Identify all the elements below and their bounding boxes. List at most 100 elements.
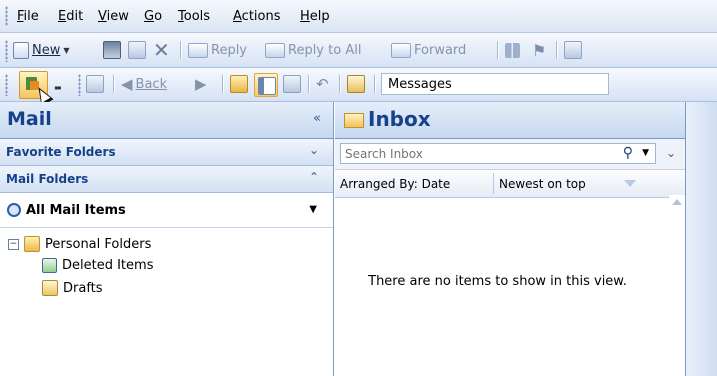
menu-actions[interactable]: Actions [233,9,281,24]
rules-button[interactable] [347,73,365,95]
menu-go[interactable]: Go [144,9,162,24]
collapse-pane-icon[interactable]: « [313,111,321,126]
forward-button[interactable]: Forward [391,39,466,61]
search-folder-icon [7,203,21,217]
arrange-by-header[interactable]: Arranged By: Date [340,177,450,191]
tree-item-drafts[interactable]: Drafts [42,280,103,296]
reply-all-label: Reply to All [288,42,362,58]
favorite-folders-header[interactable]: Favorite Folders ⌄ [0,139,333,166]
search-row: ⚲ ▼ ⌄ [335,139,685,170]
tree-item-label: Drafts [63,280,103,296]
toolbar-grip[interactable] [78,74,81,96]
delete-button[interactable]: ✕ [153,39,170,61]
expand-query-builder-icon[interactable]: ⌄ [666,146,676,160]
menu-tools[interactable]: Tools [178,9,210,24]
tree-item-personal-folders[interactable]: − Personal Folders [8,236,151,252]
address-book-icon [564,41,582,59]
print-button[interactable] [103,39,121,61]
sort-order-header[interactable]: Newest on top [499,177,586,191]
new-dropdown-icon[interactable]: ▼ [63,46,69,55]
all-mail-items-selector[interactable]: All Mail Items ▼ [0,193,333,228]
advanced-toolbar: ▬ ◀ Back ▶ ↶ Messages [0,68,717,102]
up-one-level-button[interactable] [230,73,248,95]
all-mail-items-label: All Mail Items [26,203,126,218]
undo-button[interactable]: ↶ [316,73,329,95]
nav-header: Mail « [0,102,333,139]
reading-pane-edge [686,102,717,376]
collapse-tree-icon[interactable]: − [8,238,19,250]
rules-icon [347,75,365,93]
toolbar-separator [497,41,499,59]
nav-title: Mail [7,108,52,130]
toolbar-separator [374,75,376,93]
reply-all-icon [265,42,285,58]
mail-folders-label: Mail Folders [6,172,89,186]
inbox-header: Inbox [335,102,685,139]
navigation-pane: Mail « Favorite Folders ⌄ Mail Folders ⌃… [0,102,334,376]
menu-bar: File Edit View Go Tools Actions Help [0,0,717,33]
mail-folders-header[interactable]: Mail Folders ⌃ [0,166,333,193]
reply-all-button[interactable]: Reply to All [265,39,361,61]
scrollbar[interactable] [669,195,685,376]
menu-view[interactable]: View [98,9,129,24]
forward-nav-button[interactable]: ▶ [195,73,207,95]
menu-help[interactable]: Help [300,9,330,24]
categorize-button[interactable] [505,39,520,61]
search-icon[interactable]: ⚲ [623,145,633,161]
address-book-button[interactable] [564,39,582,61]
collapse-icon[interactable]: ⌃ [309,170,319,184]
tree-item-deleted-items[interactable]: Deleted Items [42,258,153,273]
menu-file[interactable]: File [17,9,39,24]
inbox-pane: Inbox ⚲ ▼ ⌄ Arranged By: Date Newest on … [335,102,686,376]
print-icon [103,41,121,59]
reply-label: Reply [211,42,248,58]
column-divider[interactable] [493,173,494,194]
tree-item-label: Deleted Items [62,258,154,273]
expand-icon[interactable]: ⌄ [309,143,319,157]
new-mail-icon [13,41,29,59]
outlook-today-button[interactable] [86,73,104,95]
folder-list-icon [258,77,276,95]
delete-icon: ✕ [153,38,170,62]
drafts-icon [42,280,58,296]
reply-icon [188,42,208,58]
toolbar-separator [113,75,115,93]
folder-list-button[interactable] [254,73,278,97]
inbox-title: Inbox [368,107,431,131]
back-label: Back [135,76,168,92]
search-input[interactable] [341,144,585,163]
menu-edit[interactable]: Edit [58,9,83,24]
print-preview-button[interactable] [283,73,301,95]
print-preview-icon [283,75,301,93]
dropdown-arrow-icon[interactable]: ▼ [309,204,317,215]
standard-toolbar: New ▼ ✕ Reply Reply to All Forward ⚑ [0,33,717,68]
inbox-icon [344,113,364,128]
categorize-icon [505,42,520,58]
forward-icon [391,42,411,58]
toolbar-grip[interactable] [5,74,8,96]
menu-bar-grip[interactable] [5,6,8,26]
scroll-up-icon[interactable] [672,199,682,205]
arrange-bar: Arranged By: Date Newest on top [335,170,685,198]
move-to-folder-button[interactable] [128,39,146,61]
move-to-folder-icon [128,41,146,59]
toolbar-separator [222,75,224,93]
toolbar-grip[interactable] [5,40,8,62]
toolbar-separator [180,41,182,59]
forward-nav-icon: ▶ [195,75,207,93]
address-box[interactable]: Messages [381,73,609,95]
back-button[interactable]: ◀ Back [121,73,167,95]
follow-up-button[interactable]: ⚑ [532,39,546,61]
new-label: New [32,42,61,58]
deleted-items-icon [42,258,57,273]
new-button[interactable]: New ▼ [13,39,70,61]
search-options-dropdown-icon[interactable]: ▼ [642,148,649,158]
favorite-folders-label: Favorite Folders [6,145,116,159]
toolbar-separator [556,41,558,59]
tree-item-label: Personal Folders [45,236,152,252]
empty-list-message: There are no items to show in this view. [368,274,627,289]
send-receive-dropdown-icon[interactable]: ▬ [54,83,62,92]
toolbar-separator [308,75,310,93]
reply-button[interactable]: Reply [188,39,247,61]
folder-up-icon [230,75,248,93]
